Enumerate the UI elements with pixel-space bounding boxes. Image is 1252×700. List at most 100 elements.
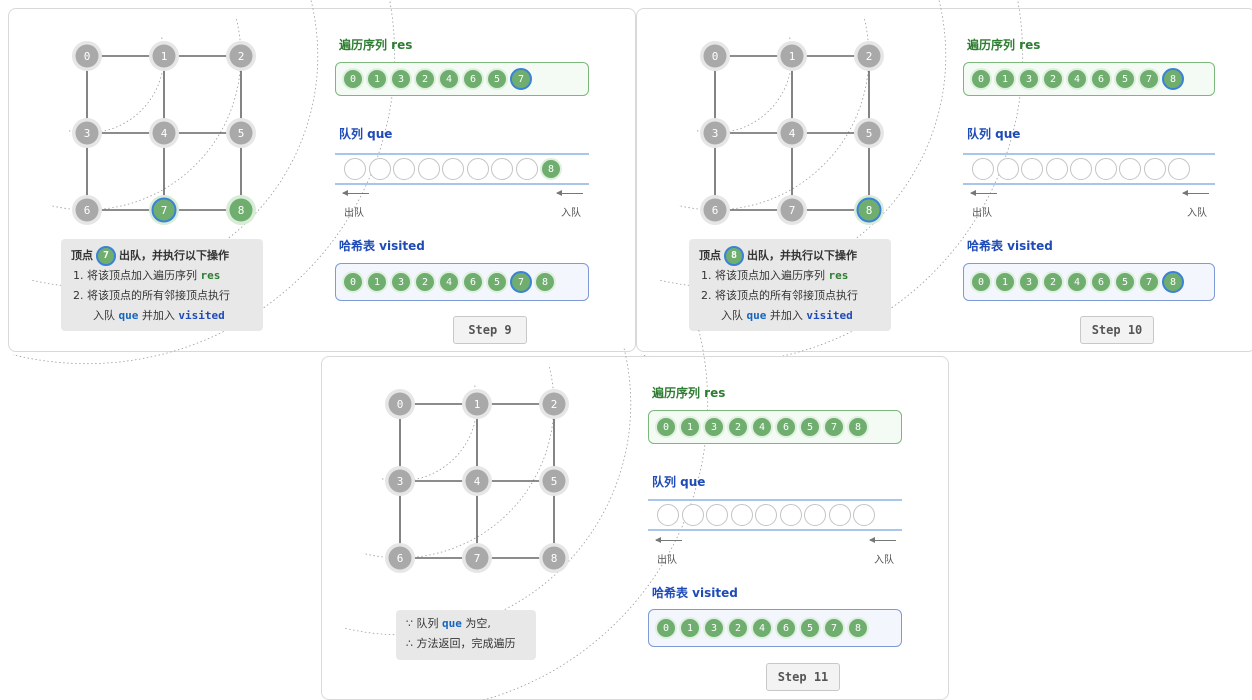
visited-item: 4 [1066,271,1088,293]
graph-node-label: 8 [238,204,245,217]
graph-node-label: 0 [397,398,404,411]
enqueue-arrow [556,190,583,196]
enqueue-arrow [1182,190,1209,196]
graph-node: 6 [700,195,730,225]
step-panel-11: 012345678 ∵ 队列 que 为空, ∴ 方法返回，完成遍历 遍历序列 … [321,329,949,700]
queue-slot [657,504,679,526]
visited-item: 7 [510,271,532,293]
graph-diagram: 0 1 23 4 56 7 8 [12,0,396,365]
res-item: 2 [1042,68,1064,90]
queue-slot [730,504,753,526]
visited-item: 1 [366,271,388,293]
graph-node: 8 [854,195,884,225]
graph-node-label: 8 [866,204,873,217]
queue-label: 队列 que [967,127,1021,141]
res-item: 0 [342,68,364,90]
res-sequence: 01324657 [335,62,589,96]
graph-node: 1 [462,389,492,419]
queue-label: 队列 que [652,475,706,489]
res-item: 6 [775,416,797,438]
graph-node: 0 [700,41,730,71]
graph-node-label: 6 [712,204,719,217]
visited-item: 3 [703,617,725,639]
res-item: 1 [679,416,701,438]
step-panel-10: 012345678 顶点 8 出队，并执行以下操作 1. 将该顶点加入遍历序列 … [636,0,1252,365]
graph-node: 2 [226,41,256,71]
visited-item: 8 [534,271,556,293]
queue-item: 8 [540,158,562,180]
queue-slot [466,158,489,180]
graph-node-label: 0 [712,50,719,63]
step-label: Step 11 [766,663,840,691]
graph-node-label: 5 [866,127,873,140]
res-item: 7 [823,416,845,438]
res-sequence: 013246578 [648,410,902,444]
queue-slot [972,158,994,180]
visited-item: 8 [847,617,869,639]
graph-node-label: 5 [551,475,558,488]
graph-node: 5 [854,118,884,148]
graph-node-label: 7 [161,204,168,217]
graph-node-label: 2 [551,398,558,411]
visited-set: 013246578 [648,609,902,647]
res-item: 5 [1114,68,1136,90]
res-item: 5 [799,416,821,438]
res-item: 7 [1138,68,1160,90]
queue-slot [1168,158,1190,180]
res-item: 0 [970,68,992,90]
graph-node: 6 [385,543,415,573]
graph-node-label: 4 [789,127,796,140]
step-note: 顶点 8 出队，并执行以下操作 1. 将该顶点加入遍历序列 res 2. 将该顶… [689,239,891,331]
res-item: 2 [727,416,749,438]
step-label: Step 9 [453,316,527,344]
current-vertex-badge: 7 [96,246,116,266]
queue [648,499,902,531]
graph-node-label: 3 [84,127,91,140]
graph-node: 4 [777,118,807,148]
current-vertex-badge: 8 [724,246,744,266]
queue-slot [681,504,704,526]
queue-slot [442,158,464,180]
res-item: 7 [510,68,532,90]
enqueue-label: 入队 [1187,208,1207,219]
visited-item: 4 [438,271,460,293]
res-item: 4 [1066,68,1088,90]
graph-node: 7 [462,543,492,573]
res-item: 5 [486,68,508,90]
queue-slot [1021,158,1043,180]
dequeue-label: 出队 [972,208,992,219]
res-label: 遍历序列 res [339,38,413,52]
queue-slot [853,504,875,526]
queue-slot [996,158,1019,180]
graph-node-label: 0 [84,50,91,63]
graph-node-label: 1 [474,398,481,411]
visited-item: 7 [823,617,845,639]
graph-diagram: 0 1 23 4 56 7 8 [344,329,709,700]
visited-item: 8 [1162,271,1184,293]
queue-slot [1070,158,1092,180]
visited-item: 6 [775,617,797,639]
bfs-wavefront [344,348,632,636]
graph-node: 3 [72,118,102,148]
res-item: 1 [994,68,1016,90]
visited-item: 0 [970,271,992,293]
graph-node: 5 [226,118,256,148]
graph-node-label: 8 [551,552,558,565]
visited-item: 3 [1018,271,1040,293]
res-sequence: 013246578 [963,62,1215,96]
queue-label: 队列 que [339,127,393,141]
visited-item: 6 [1090,271,1112,293]
step-note: 顶点 7 出队，并执行以下操作 1. 将该顶点加入遍历序列 res 2. 将该顶… [61,239,263,331]
res-item: 3 [390,68,412,90]
graph-node-label: 4 [474,475,481,488]
queue-slot [1119,158,1141,180]
visited-item: 0 [342,271,364,293]
visited-item: 6 [462,271,484,293]
queue-slot [1143,158,1166,180]
graph-node: 1 [777,41,807,71]
queue-slot [368,158,391,180]
visited-item: 5 [1114,271,1136,293]
res-item: 0 [655,416,677,438]
res-item: 1 [366,68,388,90]
queue-slot [393,158,415,180]
